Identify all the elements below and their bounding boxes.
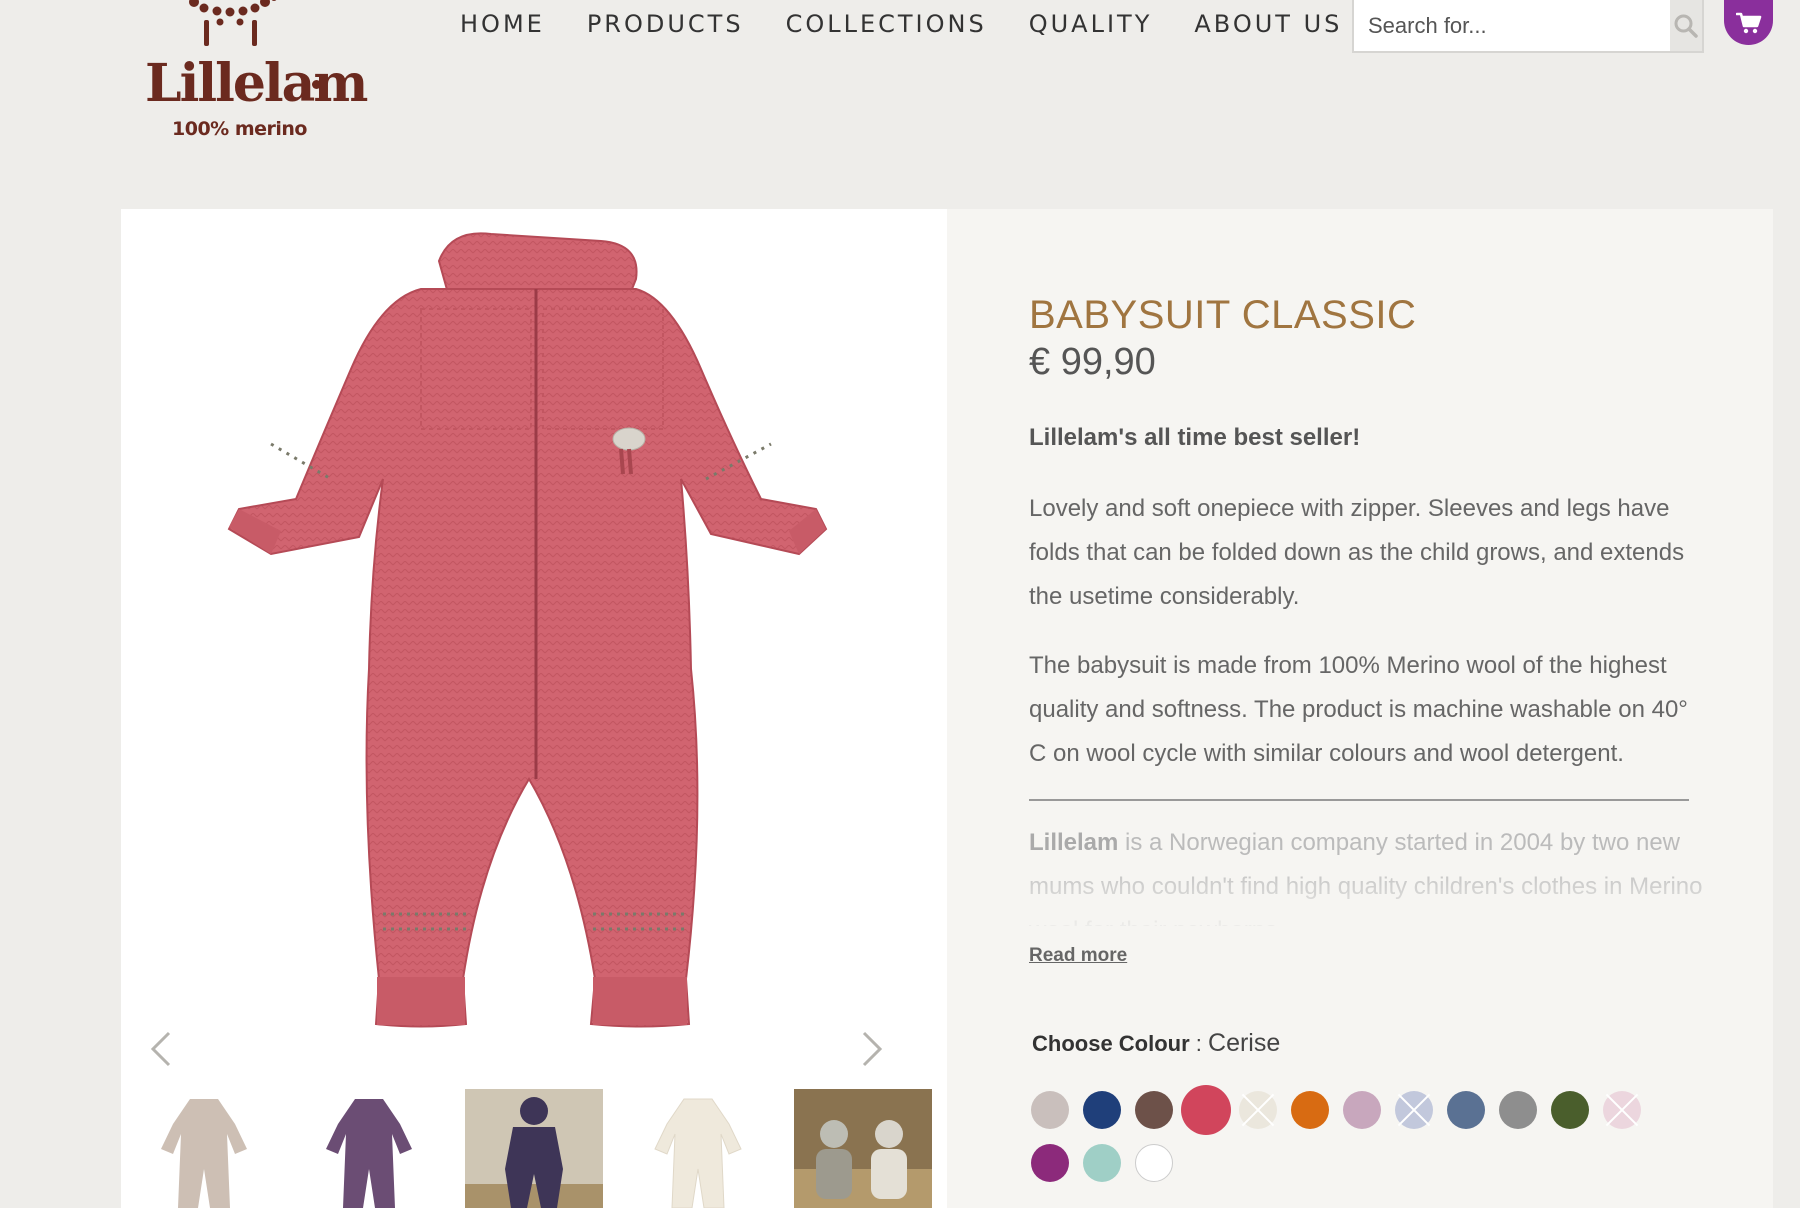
search-icon: [1674, 14, 1698, 38]
cart-icon: [1735, 12, 1761, 33]
colour-swatch-10[interactable]: [1499, 1091, 1537, 1129]
registered-mark: [312, 80, 321, 89]
colour-swatch-9[interactable]: [1447, 1091, 1485, 1129]
sheep-logo-icon: [189, 0, 277, 46]
thumbnail-strip: [121, 1089, 947, 1208]
nav-collections[interactable]: COLLECTIONS: [786, 10, 987, 38]
colour-separator: :: [1189, 1031, 1209, 1056]
thumbnail-2[interactable]: [300, 1089, 438, 1208]
colour-swatch-4[interactable]: [1181, 1085, 1231, 1135]
product-main-image[interactable]: [121, 209, 947, 1089]
gallery-prev-button[interactable]: [141, 1019, 181, 1079]
product-lead: Lillelam's all time best seller!: [1029, 424, 1361, 451]
cart-button[interactable]: [1724, 0, 1773, 45]
main-nav: HOME PRODUCTS COLLECTIONS QUALITY ABOUT …: [460, 10, 1342, 38]
about-brand-text: Lillelam is a Norwegian company started …: [1029, 821, 1709, 926]
product-details: BABYSUIT CLASSIC € 99,90 Lillelam's all …: [947, 209, 1773, 1208]
colour-swatch-1[interactable]: [1031, 1091, 1069, 1129]
babysuit-shape: [227, 232, 828, 1028]
thumbnail-3[interactable]: [465, 1089, 603, 1208]
logo-wordmark: Lillelam: [145, 53, 368, 114]
colour-swatch-12[interactable]: [1603, 1091, 1641, 1129]
chevron-right-icon: [862, 1031, 883, 1067]
colour-swatch-14[interactable]: [1083, 1144, 1121, 1182]
colour-swatch-3[interactable]: [1135, 1091, 1173, 1129]
product-gallery: [121, 209, 947, 1208]
nav-about-us[interactable]: ABOUT US: [1194, 10, 1342, 38]
product-title: BABYSUIT CLASSIC: [1029, 293, 1417, 337]
product-price: € 99,90: [1029, 341, 1156, 383]
colour-label: Choose Colour : Cerise: [1032, 1029, 1280, 1058]
nav-products[interactable]: PRODUCTS: [587, 10, 744, 38]
colour-swatch-2[interactable]: [1083, 1091, 1121, 1129]
colour-swatch-13[interactable]: [1031, 1144, 1069, 1182]
about-brand-name: Lillelam: [1029, 829, 1119, 856]
read-more-link[interactable]: Read more: [1029, 945, 1127, 967]
colour-swatch-7[interactable]: [1343, 1091, 1381, 1129]
search-input[interactable]: [1354, 0, 1670, 51]
nav-home[interactable]: HOME: [460, 10, 545, 38]
search-box: [1352, 0, 1704, 53]
colour-swatch-6[interactable]: [1291, 1091, 1329, 1129]
nav-quality[interactable]: QUALITY: [1029, 10, 1153, 38]
about-brand-body: is a Norwegian company started in 2004 b…: [1029, 829, 1703, 926]
gallery-next-button[interactable]: [852, 1019, 892, 1079]
colour-swatch-5[interactable]: [1239, 1091, 1277, 1129]
thumbnail-5[interactable]: [794, 1089, 932, 1208]
section-divider: [1029, 799, 1689, 801]
chevron-left-icon: [150, 1031, 171, 1067]
brand-logo[interactable]: Lillelam 100% merino: [140, 0, 368, 145]
colour-swatch-15[interactable]: [1135, 1144, 1173, 1182]
thumbnail-1[interactable]: [135, 1089, 273, 1208]
thumbnail-4[interactable]: [629, 1089, 767, 1208]
selected-colour-value: Cerise: [1208, 1029, 1281, 1057]
choose-colour-label: Choose Colour: [1032, 1031, 1190, 1056]
logo-tagline: 100% merino: [172, 118, 307, 140]
product-description-2: The babysuit is made from 100% Merino wo…: [1029, 652, 1688, 767]
product-description-1: Lovely and soft onepiece with zipper. Sl…: [1029, 495, 1685, 610]
colour-swatch-11[interactable]: [1551, 1091, 1589, 1129]
colour-swatch-8[interactable]: [1395, 1091, 1433, 1129]
search-button[interactable]: [1670, 0, 1702, 51]
